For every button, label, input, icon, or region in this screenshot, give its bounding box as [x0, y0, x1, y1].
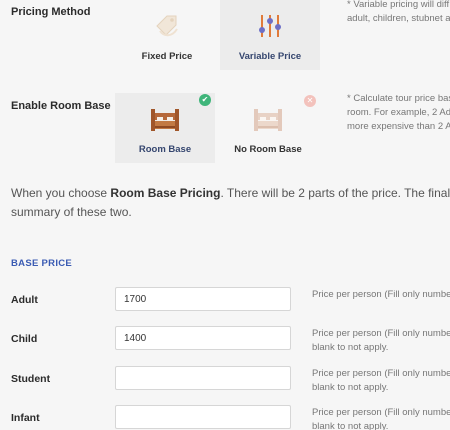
room-base-label: Enable Room Base: [11, 100, 111, 112]
info-text: When you choose: [11, 186, 111, 200]
sliders-icon: [259, 15, 281, 37]
adult-price-note: Price per person (Fill only number): [312, 288, 450, 302]
note-line: Price per person (Fill only number): [312, 407, 450, 418]
child-label: Child: [11, 333, 38, 345]
note-line: more expensive than 2 Ad: [347, 121, 450, 132]
room-base-option-label: Room Base: [138, 144, 192, 155]
student-price-note: Price per person (Fill only number) blan…: [312, 367, 450, 395]
note-line: * Calculate tour price bas: [347, 93, 450, 104]
room-base-note: * Calculate tour price bas room. For exa…: [347, 92, 450, 134]
room-base-info: When you choose Room Base Pricing. There…: [11, 183, 450, 204]
pricing-method-note: * Variable pricing will diff adult, chil…: [347, 0, 450, 26]
student-price-input[interactable]: [115, 366, 291, 390]
child-price-note: Price per person (Fill only number) blan…: [312, 327, 450, 355]
note-line: blank to not apply.: [312, 421, 389, 430]
note-line: * Variable pricing will diff: [347, 0, 450, 10]
variable-price-label: Variable Price: [238, 51, 302, 62]
check-icon: ✔: [199, 94, 211, 106]
note-line: adult, children, stubnet an: [347, 13, 450, 24]
note-line: Price per person (Fill only number): [312, 368, 450, 379]
info-text: . There will be 2 parts of the price. Th…: [220, 186, 450, 200]
note-line: Price per person (Fill only number): [312, 328, 450, 339]
pricing-method-label: Pricing Method: [11, 6, 91, 18]
close-icon: ✕: [304, 95, 316, 107]
note-line: blank to not apply.: [312, 382, 389, 393]
fixed-price-label: Fixed Price: [141, 51, 193, 62]
infant-price-note: Price per person (Fill only number) blan…: [312, 406, 450, 430]
option-variable-price[interactable]: Variable Price: [220, 0, 320, 70]
room-base-info-line2: summary of these two.: [11, 205, 132, 219]
tag-icon: [156, 15, 178, 37]
adult-label: Adult: [11, 294, 38, 306]
child-price-input[interactable]: [115, 326, 291, 350]
option-fixed-price[interactable]: Fixed Price: [117, 0, 217, 68]
option-no-room-base[interactable]: No Room Base: [218, 93, 318, 163]
note-line: blank to not apply.: [312, 342, 389, 353]
base-price-title: BASE PRICE: [11, 258, 73, 269]
infant-price-input[interactable]: [115, 405, 291, 429]
bed-icon: [151, 109, 179, 131]
bed-icon: [254, 109, 282, 131]
note-line: Price per person (Fill only number): [312, 289, 450, 300]
infant-label: Infant: [11, 412, 40, 424]
note-line: room. For example, 2 Adu: [347, 107, 450, 118]
no-room-base-option-label: No Room Base: [234, 144, 302, 155]
tour-pricing-settings: Pricing Method Fixed Price Variable Pric…: [0, 0, 450, 430]
info-highlight: Room Base Pricing: [110, 186, 221, 200]
student-label: Student: [11, 373, 51, 385]
adult-price-input[interactable]: [115, 287, 291, 311]
